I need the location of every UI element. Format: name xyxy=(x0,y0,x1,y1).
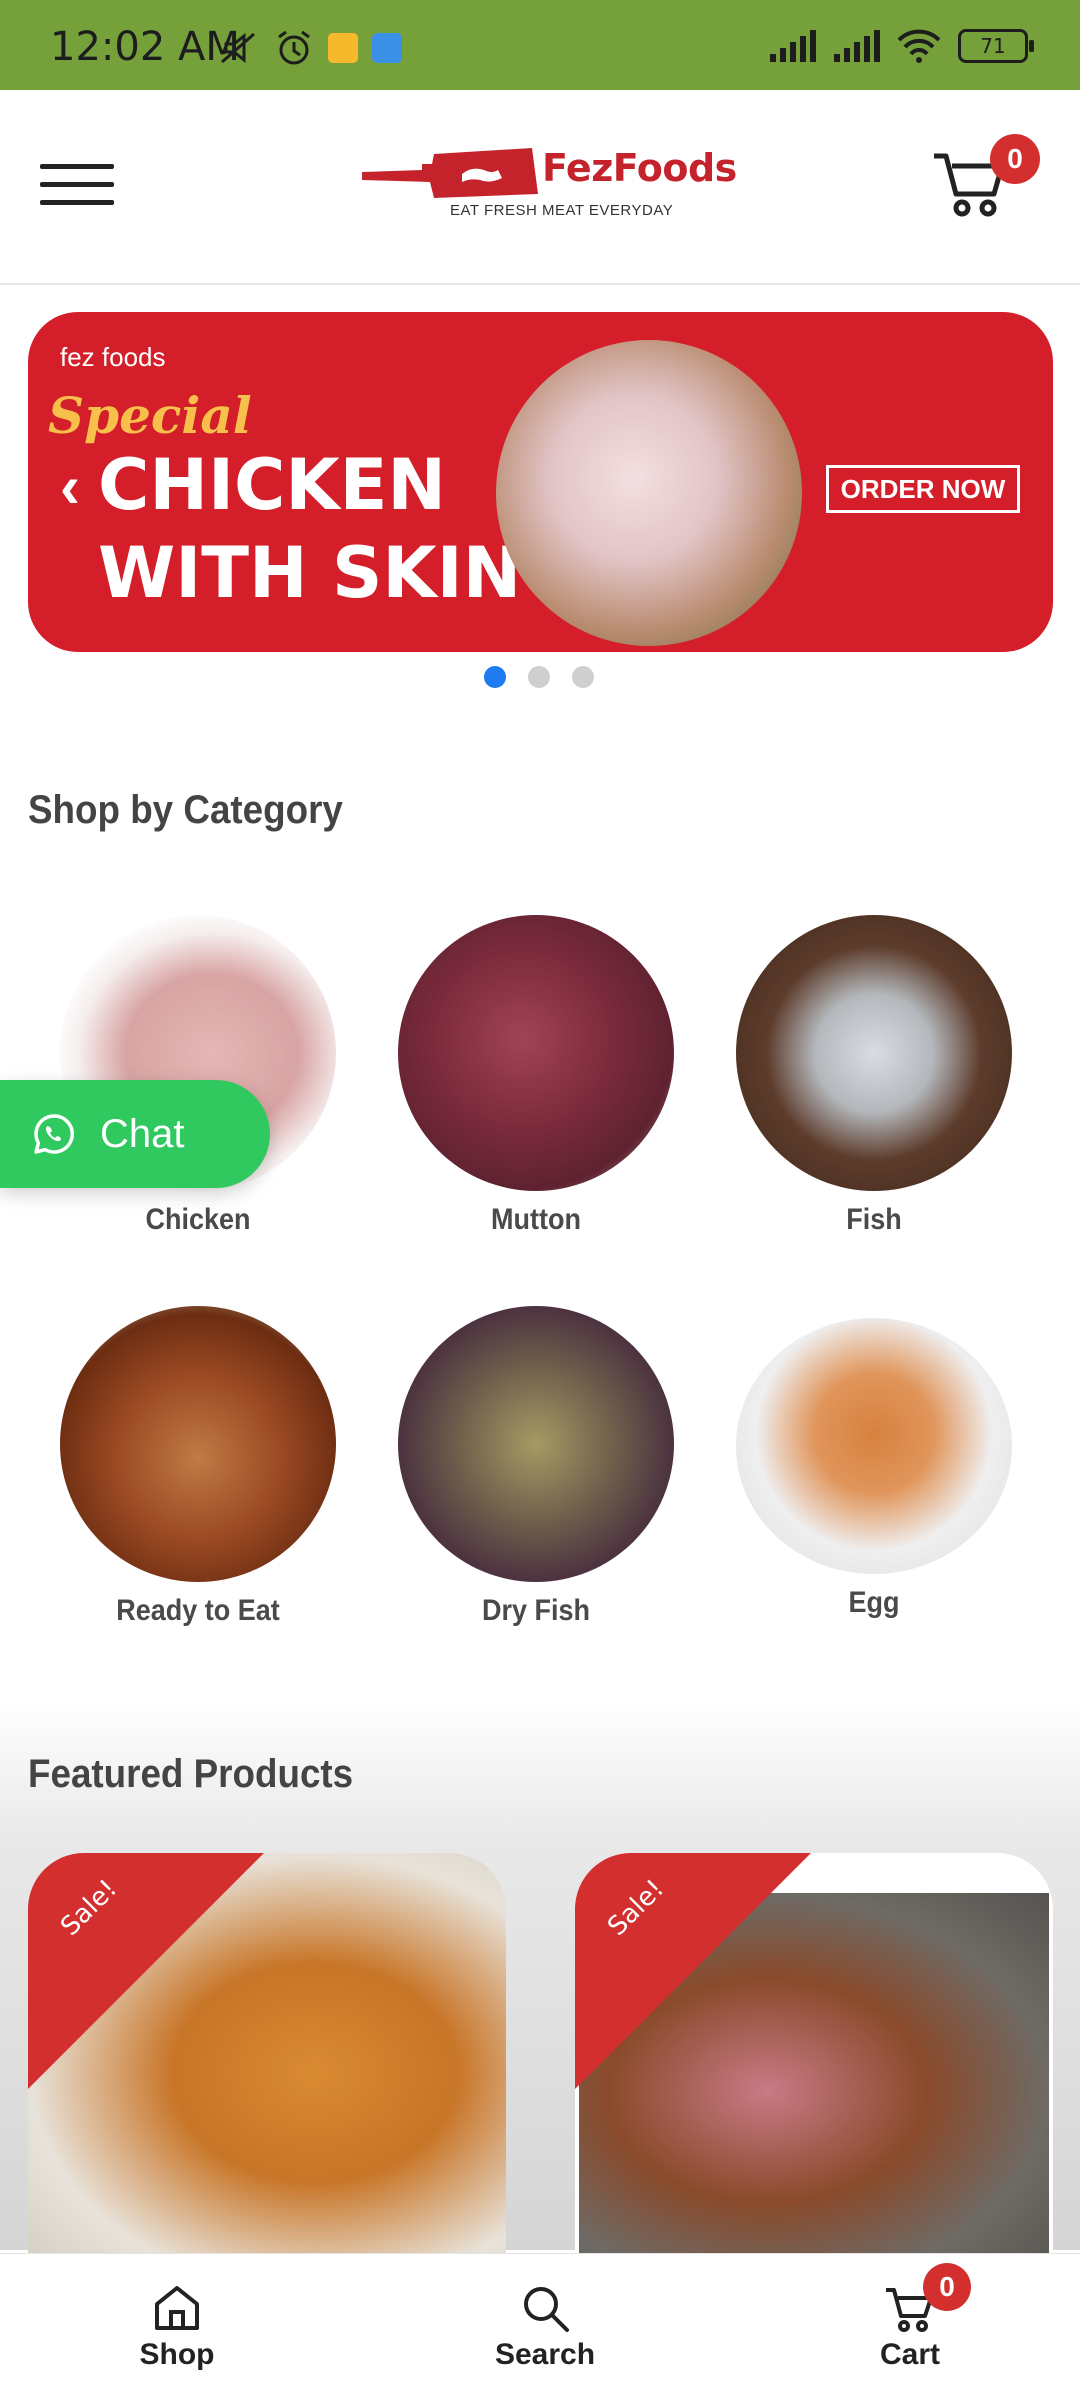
category-label: Mutton xyxy=(491,1203,581,1236)
nav-search-label: Search xyxy=(494,2338,596,2371)
battery-icon: 71 xyxy=(958,29,1034,63)
alarm-icon xyxy=(278,30,310,65)
chat-label: Chat xyxy=(100,1111,185,1156)
category-image xyxy=(398,1306,674,1582)
banner-dot-1[interactable] xyxy=(484,666,506,688)
banner-special: Special xyxy=(48,386,252,445)
notification-app2-icon xyxy=(372,33,402,63)
category-mutton[interactable]: Mutton xyxy=(396,915,676,1237)
menu-line xyxy=(40,200,114,205)
menu-button[interactable] xyxy=(40,164,114,206)
product-card[interactable]: Sale! xyxy=(28,1853,506,2253)
home-icon xyxy=(155,2286,199,2330)
wifi-icon xyxy=(897,29,941,63)
banner-headline-1: CHICKEN xyxy=(98,444,447,526)
menu-line xyxy=(40,164,114,169)
status-time: 12:02 AM xyxy=(50,24,240,70)
status-icons-left xyxy=(218,28,402,68)
sale-ribbon xyxy=(575,1853,811,2089)
app-header: FezFoods EAT FRESH MEAT EVERYDAY xyxy=(0,90,1080,285)
promo-banner[interactable]: fez foods Special ‹ CHICKEN WITH SKIN OR… xyxy=(28,312,1053,652)
signal2-icon xyxy=(834,30,880,62)
status-bar: 12:02 AM 71 xyxy=(0,0,1080,90)
logo-tagline: EAT FRESH MEAT EVERYDAY xyxy=(450,202,674,219)
search-icon xyxy=(524,2287,569,2332)
header-cart-count-badge: 0 xyxy=(990,134,1040,184)
nav-cart-label: Cart xyxy=(879,2338,940,2371)
sale-ribbon xyxy=(28,1853,264,2089)
category-chicken[interactable]: Chicken xyxy=(58,915,338,1237)
category-label: Egg xyxy=(848,1586,900,1619)
nav-shop-label: Shop xyxy=(139,2338,215,2371)
category-fish[interactable]: Fish xyxy=(734,915,1014,1237)
category-label: Ready to Eat xyxy=(116,1594,280,1627)
featured-section-title: Featured Products xyxy=(28,1752,354,1796)
banner-dot-3[interactable] xyxy=(572,666,594,688)
category-image xyxy=(398,915,674,1191)
logo-name: FezFoods xyxy=(542,146,737,190)
banner-dot-2[interactable] xyxy=(528,666,550,688)
bottom-cart-count-badge: 0 xyxy=(923,2263,971,2311)
category-label: Chicken xyxy=(145,1203,251,1236)
bottom-navigation: Shop Search Cart xyxy=(0,2253,1080,2401)
nav-search[interactable]: Search xyxy=(465,2280,625,2372)
order-now-button[interactable]: ORDER NOW xyxy=(826,465,1020,513)
battery-level: 71 xyxy=(980,34,1006,58)
mute-icon xyxy=(221,32,255,64)
category-section-title: Shop by Category xyxy=(28,788,343,832)
product-card[interactable]: Sale! xyxy=(575,1853,1053,2253)
brand-logo[interactable]: FezFoods EAT FRESH MEAT EVERYDAY xyxy=(362,140,737,224)
category-dry-fish[interactable]: Dry Fish xyxy=(396,1306,676,1628)
category-label: Fish xyxy=(846,1203,902,1236)
category-label: Dry Fish xyxy=(481,1594,591,1627)
banner-headline-2: WITH SKIN xyxy=(98,532,522,614)
category-image xyxy=(736,1318,1012,1574)
status-icons-right: 71 xyxy=(768,28,1034,64)
banner-prev-arrow[interactable]: ‹ xyxy=(60,452,80,521)
whatsapp-icon xyxy=(34,1114,75,1154)
category-egg[interactable]: Egg xyxy=(734,1318,1014,1620)
banner-chicken-image xyxy=(496,340,802,646)
banner-brand: fez foods xyxy=(60,342,166,372)
notification-app-icon xyxy=(328,33,358,63)
whatsapp-chat-button[interactable]: Chat xyxy=(0,1080,270,1188)
category-image xyxy=(736,915,1012,1191)
menu-line xyxy=(40,182,114,187)
category-ready-to-eat[interactable]: Ready to Eat xyxy=(58,1306,338,1628)
nav-shop[interactable]: Shop xyxy=(97,2280,257,2372)
banner-pagination xyxy=(484,666,594,688)
category-image xyxy=(60,1306,336,1582)
signal-icon xyxy=(770,30,816,62)
